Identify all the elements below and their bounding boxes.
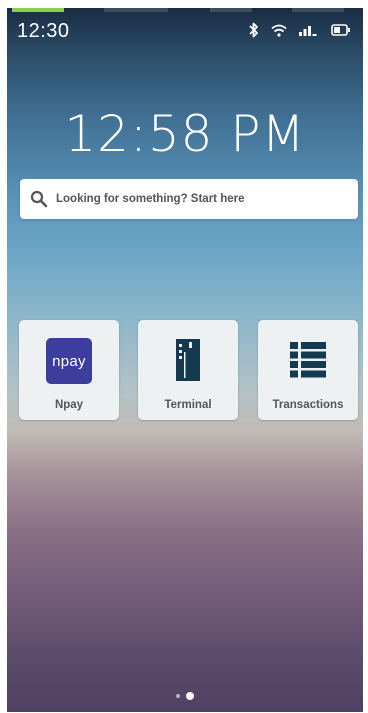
app-label: Npay [54, 399, 84, 411]
npay-logo-icon: npay [46, 338, 92, 384]
top-progress-bar [7, 8, 363, 12]
status-time: 12:30 [17, 20, 70, 42]
lock-clock: 12:58 PM [64, 105, 306, 163]
home-screen: 12:30 12:58 PM Looking for something? St… [7, 8, 363, 712]
app-tile-terminal[interactable]: Terminal [138, 320, 238, 420]
search-icon [30, 190, 48, 208]
progress-segment [292, 8, 344, 12]
list-icon [290, 342, 326, 384]
bluetooth-icon [249, 22, 259, 38]
app-tile-npay[interactable]: npay Npay [19, 320, 119, 420]
progress-segment-active [12, 8, 64, 12]
page-dot-active[interactable] [186, 692, 194, 700]
wifi-icon [271, 24, 287, 37]
battery-icon [331, 24, 351, 36]
app-tile-transactions[interactable]: Transactions [258, 320, 358, 420]
progress-segment [104, 8, 168, 12]
page-dot[interactable] [176, 694, 180, 698]
search-bar[interactable]: Looking for something? Start here [20, 179, 358, 219]
search-placeholder: Looking for something? Start here [56, 193, 245, 205]
app-label: Terminal [164, 399, 212, 411]
signal-icon [299, 24, 319, 36]
npay-logo-text: npay [52, 352, 86, 370]
progress-segment [210, 8, 252, 12]
terminal-icon [175, 338, 201, 384]
status-bar: 12:30 [17, 20, 351, 42]
app-label: Transactions [272, 399, 344, 411]
app-grid: npay Npay Terminal Transactions [19, 320, 359, 420]
page-indicator [7, 692, 363, 700]
